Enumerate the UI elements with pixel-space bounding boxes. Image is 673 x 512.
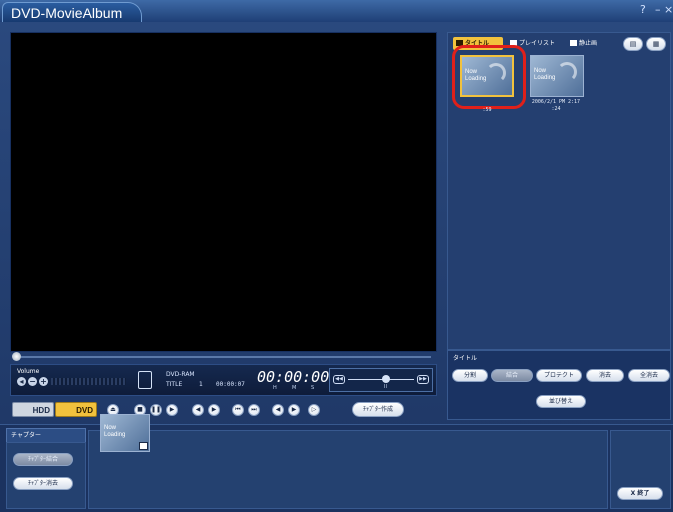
- seek-bar[interactable]: [10, 352, 437, 362]
- thumbnail-loading-text: Now Loading: [534, 68, 556, 81]
- skip-forward-icon[interactable]: ▶: [208, 404, 220, 416]
- speed-control[interactable]: ◀◀ II ▶▶: [329, 368, 433, 392]
- title-list-panel: タイトル プレイリスト 静止画 ▤ ▦ Now Loading :59 Now …: [447, 32, 671, 350]
- volume-down-icon[interactable]: −: [28, 377, 37, 386]
- slow-icon[interactable]: ▷: [308, 404, 320, 416]
- play-icon[interactable]: ▶: [166, 404, 178, 416]
- disc-icon: [138, 371, 152, 389]
- seek-knob[interactable]: [12, 352, 21, 361]
- chapter-thumbnail[interactable]: Now Loading: [100, 414, 150, 452]
- transport-bar: HDD DVD ⏏ ■ ❚❚ ▶ ◀ ▶ ⏮ ⏭ ◀ ▶ ▷ ﾁｬﾌﾟﾀｰ作成: [10, 400, 437, 420]
- rewind-icon[interactable]: ◀◀: [333, 375, 345, 384]
- speed-tick: II: [384, 384, 387, 390]
- chapter-list-area: [88, 430, 608, 509]
- seek-track[interactable]: [20, 356, 431, 358]
- camera-icon: [570, 40, 577, 46]
- minutes-label: M: [292, 385, 297, 391]
- protect-button[interactable]: プロテクト: [536, 369, 582, 382]
- chapter-badge-icon: [139, 442, 148, 450]
- next-chapter-icon[interactable]: ⏭: [248, 404, 260, 416]
- title-actions: タイトル 分割 結合 プロテクト 消去 全消去 並び替え: [447, 350, 671, 420]
- app-window: DVD-MovieAlbum ? – × Volume ◂ − + DVD-RA…: [0, 0, 673, 512]
- timecode-display: 00:00:00: [257, 368, 330, 386]
- help-button[interactable]: ?: [640, 3, 646, 16]
- tab-still-image[interactable]: 静止画: [567, 37, 613, 50]
- thumbnail-duration-1: :59: [482, 107, 492, 113]
- step-back-icon[interactable]: ◀: [272, 404, 284, 416]
- volume-level-bar[interactable]: [51, 378, 126, 385]
- media-type: DVD-RAM: [166, 371, 195, 378]
- split-button[interactable]: 分割: [452, 369, 488, 382]
- chapter-right-area: X 終了: [610, 430, 671, 509]
- title-section-label: タイトル: [453, 355, 478, 362]
- thumbnail-view-icon[interactable]: ▦: [646, 37, 666, 51]
- chapter-create-button[interactable]: ﾁｬﾌﾟﾀｰ作成: [352, 402, 404, 417]
- volume-label: Volume: [17, 368, 40, 375]
- fast-forward-icon[interactable]: ▶▶: [417, 375, 429, 384]
- control-panel: Volume ◂ − + DVD-RAM TITLE 1 00:00:07 00…: [10, 364, 437, 396]
- prev-chapter-icon[interactable]: ⏮: [232, 404, 244, 416]
- tab-playlist-label: プレイリスト: [519, 40, 556, 47]
- app-title: DVD-MovieAlbum: [11, 5, 123, 21]
- delete-all-button[interactable]: 全消去: [628, 369, 670, 382]
- close-button[interactable]: ×: [664, 3, 673, 16]
- speed-track[interactable]: [348, 379, 414, 380]
- merge-button[interactable]: 結合: [491, 369, 533, 382]
- chapter-merge-button[interactable]: ﾁｬﾌﾟﾀｰ結合: [13, 453, 73, 466]
- selection-highlight: [452, 45, 526, 109]
- chapter-delete-button[interactable]: ﾁｬﾌﾟﾀｰ消去: [13, 477, 73, 490]
- mute-icon[interactable]: ◂: [17, 377, 26, 386]
- speed-knob[interactable]: [382, 375, 390, 383]
- thumbnail-duration-2: :24: [551, 106, 561, 112]
- chapter-tab[interactable]: チャプター: [6, 428, 86, 442]
- step-forward-icon[interactable]: ▶: [288, 404, 300, 416]
- chapter-sidebar: ﾁｬﾌﾟﾀｰ結合 ﾁｬﾌﾟﾀｰ消去: [6, 442, 86, 509]
- tab-still-label: 静止画: [579, 40, 598, 47]
- title-label: TITLE: [166, 381, 183, 388]
- seconds-label: S: [311, 385, 315, 391]
- delete-button[interactable]: 消去: [586, 369, 624, 382]
- loading-arrow-icon: [557, 62, 577, 82]
- title-number: 1: [199, 381, 203, 388]
- exit-button[interactable]: X 終了: [617, 487, 663, 500]
- skip-back-icon[interactable]: ◀: [192, 404, 204, 416]
- list-view-icon[interactable]: ▤: [623, 37, 643, 51]
- reorder-button[interactable]: 並び替え: [536, 395, 586, 408]
- exit-icon: X: [630, 490, 636, 497]
- chapter-thumbnail-text: Now Loading: [104, 425, 126, 438]
- volume-up-icon[interactable]: +: [39, 377, 48, 386]
- dvd-button[interactable]: DVD: [55, 402, 97, 417]
- hdd-button[interactable]: HDD: [12, 402, 54, 417]
- exit-label: 終了: [637, 490, 650, 497]
- title-thumbnail-2[interactable]: Now Loading: [530, 55, 584, 97]
- minimize-button[interactable]: –: [655, 3, 661, 16]
- title-tab: DVD-MovieAlbum: [2, 2, 142, 22]
- thumbnail-date-2: 2006/2/1 PM 2:17: [531, 99, 581, 105]
- title-bar: DVD-MovieAlbum ? – ×: [0, 0, 673, 22]
- elapsed-time: 00:00:07: [216, 381, 245, 388]
- hours-label: H: [273, 385, 277, 391]
- video-display[interactable]: [10, 32, 437, 352]
- pause-icon[interactable]: ❚❚: [150, 404, 162, 416]
